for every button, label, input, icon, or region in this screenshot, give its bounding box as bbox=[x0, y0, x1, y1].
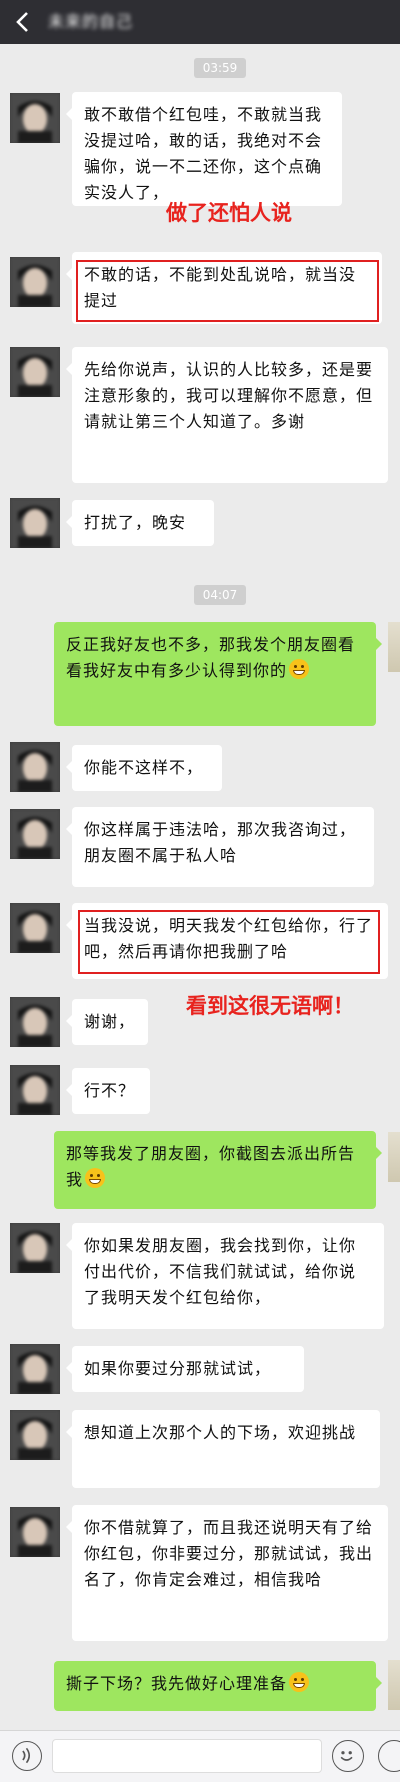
message-bubble[interactable]: 当我没说，明天我发个红包给你，行了吧，然后再请你把我删了哈 bbox=[66, 903, 388, 979]
message-bubble[interactable]: 先给你说声，认识的人比较多，还是要注意形象的，我可以理解你不愿意，但请就让第三个… bbox=[66, 347, 388, 483]
chat-title: 未来的自己 bbox=[48, 12, 134, 31]
contact-avatar[interactable] bbox=[10, 1065, 60, 1115]
message-bubble[interactable]: 不敢的话，不能到处乱说哈，就当没提过 bbox=[66, 252, 382, 324]
message-bubble[interactable]: 你如果发朋友圈，我会找到你，让你付出代价，不信我们就试试，给你说了我明天发个红包… bbox=[66, 1223, 384, 1329]
timestamp: 04:07 bbox=[194, 585, 246, 605]
message-bubble[interactable]: 行不？ bbox=[66, 1068, 150, 1114]
message-input[interactable] bbox=[52, 1739, 322, 1773]
contact-avatar[interactable] bbox=[10, 1410, 60, 1460]
message-text: 反正我好友也不多，那我发个朋友圈看看我好友中有多少认得到你的 bbox=[66, 635, 356, 680]
my-avatar[interactable] bbox=[388, 622, 400, 672]
message-bubble[interactable]: 你不借就算了，而且我还说明天有了给你红包，你非要过分，那就试试，我出名了，你肯定… bbox=[66, 1505, 388, 1641]
contact-avatar[interactable] bbox=[10, 742, 60, 792]
message-bubble[interactable]: 撕子下场？我先做好心理准备 bbox=[54, 1661, 382, 1711]
contact-avatar[interactable] bbox=[10, 347, 60, 397]
voice-icon[interactable] bbox=[12, 1741, 42, 1771]
contact-avatar[interactable] bbox=[10, 257, 60, 307]
plus-icon[interactable] bbox=[378, 1740, 400, 1772]
message-bubble[interactable]: 那等我发了朋友圈，你截图去派出所告我 bbox=[54, 1131, 382, 1209]
contact-avatar[interactable] bbox=[10, 809, 60, 859]
message-text: 撕子下场？我先做好心理准备 bbox=[66, 1674, 288, 1693]
message-text: 那等我发了朋友圈，你截图去派出所告我 bbox=[66, 1144, 356, 1189]
contact-avatar[interactable] bbox=[10, 1507, 60, 1557]
input-toolbar bbox=[0, 1730, 400, 1782]
message-bubble[interactable]: 打扰了，晚安 bbox=[66, 500, 214, 546]
grin-emoji-icon bbox=[85, 1168, 106, 1188]
message-bubble[interactable]: 你能不这样不， bbox=[66, 745, 222, 791]
annotation-text: 做了还怕人说 bbox=[166, 201, 292, 225]
back-arrow-icon[interactable] bbox=[14, 10, 32, 34]
contact-avatar[interactable] bbox=[10, 498, 60, 548]
contact-avatar[interactable] bbox=[10, 1344, 60, 1394]
message-bubble[interactable]: 谢谢， bbox=[66, 999, 148, 1045]
message-bubble[interactable]: 反正我好友也不多，那我发个朋友圈看看我好友中有多少认得到你的 bbox=[54, 622, 382, 726]
grin-emoji-icon bbox=[289, 659, 310, 679]
timestamp: 03:59 bbox=[194, 58, 246, 78]
chat-header: 未来的自己 bbox=[0, 0, 400, 44]
message-bubble[interactable]: 敢不敢借个红包哇，不敢就当我没提过哈，敢的话，我绝对不会骗你，说一不二还你，这个… bbox=[66, 92, 342, 206]
contact-avatar[interactable] bbox=[10, 903, 60, 953]
my-avatar[interactable] bbox=[388, 1132, 400, 1182]
message-bubble[interactable]: 你这样属于违法哈，那次我咨询过，朋友圈不属于私人哈 bbox=[66, 807, 374, 887]
message-bubble[interactable]: 如果你要过分那就试试， bbox=[66, 1346, 304, 1392]
contact-avatar[interactable] bbox=[10, 93, 60, 143]
grin-emoji-icon bbox=[289, 1672, 310, 1692]
annotation-text: 看到这很无语啊！ bbox=[186, 994, 354, 1018]
contact-avatar[interactable] bbox=[10, 1223, 60, 1273]
my-avatar[interactable] bbox=[388, 1660, 400, 1710]
emoji-icon[interactable] bbox=[332, 1740, 364, 1772]
contact-avatar[interactable] bbox=[10, 997, 60, 1047]
message-bubble[interactable]: 想知道上次那个人的下场，欢迎挑战 bbox=[66, 1410, 380, 1488]
